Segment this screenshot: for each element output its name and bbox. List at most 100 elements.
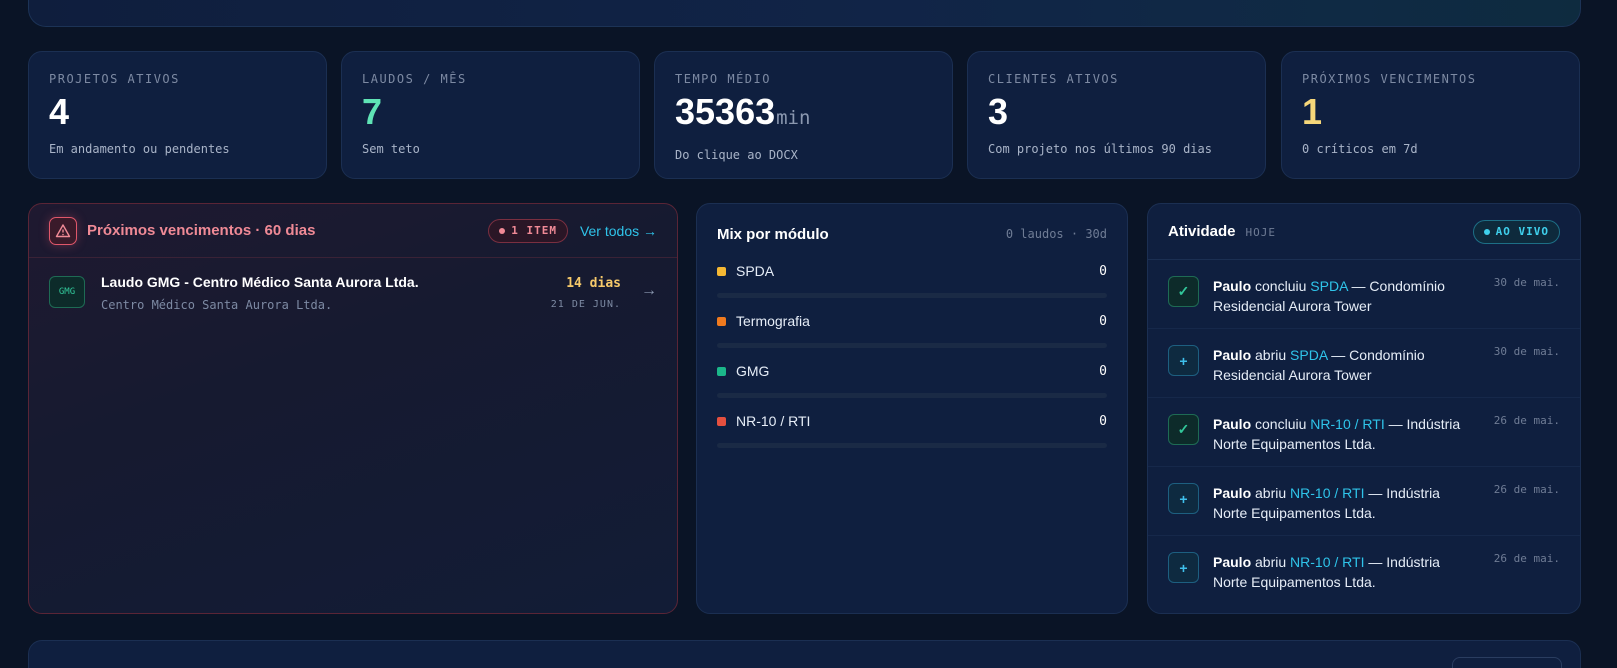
mix-row-name: SPDA xyxy=(736,263,775,279)
activity-date: 30 de mai. xyxy=(1493,276,1560,289)
activity-date: 26 de mai. xyxy=(1493,414,1560,427)
arrow-right-icon[interactable]: → xyxy=(641,282,657,300)
mix-row-name: Termografia xyxy=(736,313,810,329)
mix-panel-meta: 0 laudos · 30d xyxy=(1005,227,1107,241)
mix-row-name: NR-10 / RTI xyxy=(736,413,811,429)
due-item-days: 14 dias xyxy=(566,276,621,291)
live-label: AO VIVO xyxy=(1495,225,1549,238)
plus-icon: + xyxy=(1168,345,1199,376)
activity-user: Paulo xyxy=(1213,416,1252,432)
activity-module-link[interactable]: NR-10 / RTI xyxy=(1290,554,1364,570)
bottom-panel xyxy=(28,640,1581,668)
kpi-label: LAUDOS / MÊS xyxy=(362,72,467,86)
badge-dot-icon xyxy=(499,227,506,234)
activity-user: Paulo xyxy=(1213,485,1252,501)
mix-row-spda: SPDA 0 xyxy=(697,260,1127,310)
check-icon: ✓ xyxy=(1168,276,1199,307)
kpi-subtitle: Sem teto xyxy=(362,142,420,156)
activity-module-link[interactable]: NR-10 / RTI xyxy=(1310,416,1384,432)
kpi-value: 35363min xyxy=(675,92,932,138)
mix-row-bar xyxy=(717,343,1107,348)
see-all-link[interactable]: Ver todos → xyxy=(580,223,657,239)
kpi-number: 3 xyxy=(988,91,1009,132)
activity-text: Paulo abriu NR-10 / RTI — Indústria Nort… xyxy=(1213,552,1473,605)
due-panel-title: Próximos vencimentos · 60 dias xyxy=(87,222,316,239)
kpi-value: 1 xyxy=(1302,92,1559,132)
activity-panel-header: Atividade HOJE AO VIVO xyxy=(1148,204,1580,260)
activity-title: Atividade xyxy=(1168,222,1236,240)
activity-user: Paulo xyxy=(1213,347,1252,363)
mix-row-gmg: GMG 0 xyxy=(697,360,1127,410)
activity-user: Paulo xyxy=(1213,278,1252,294)
bottom-panel-button[interactable] xyxy=(1452,657,1562,668)
due-item-date: 21 DE JUN. xyxy=(550,299,621,310)
kpi-subtitle: Com projeto nos últimos 90 dias xyxy=(988,142,1212,156)
kpi-number: 4 xyxy=(49,91,70,132)
due-panel: Próximos vencimentos · 60 dias 1 ITEM Ve… xyxy=(28,203,678,614)
kpi-card-clientes: CLIENTES ATIVOS 3 Com projeto nos último… xyxy=(967,51,1266,179)
activity-module-link[interactable]: SPDA xyxy=(1290,347,1327,363)
activity-date: 26 de mai. xyxy=(1493,483,1560,496)
activity-user: Paulo xyxy=(1213,554,1252,570)
kpi-card-projetos: PROJETOS ATIVOS 4 Em andamento ou penden… xyxy=(28,51,327,179)
kpi-label: CLIENTES ATIVOS xyxy=(988,72,1119,86)
activity-item[interactable]: ✓ Paulo concluiu NR-10 / RTI — Indústria… xyxy=(1148,398,1580,467)
activity-module-link[interactable]: SPDA xyxy=(1310,278,1347,294)
check-icon: ✓ xyxy=(1168,414,1199,445)
activity-item[interactable]: + Paulo abriu SPDA — Condomínio Residenc… xyxy=(1148,329,1580,398)
kpi-card-laudos: LAUDOS / MÊS 7 Sem teto xyxy=(341,51,640,179)
hero-banner xyxy=(28,0,1581,27)
module-tag: GMG xyxy=(49,276,85,308)
activity-subtitle: HOJE xyxy=(1245,225,1277,239)
plus-icon: + xyxy=(1168,552,1199,583)
kpi-unit: min xyxy=(776,107,811,129)
mix-row-bar xyxy=(717,443,1107,448)
spda-swatch xyxy=(717,266,726,276)
due-count-label: 1 ITEM xyxy=(511,224,557,237)
live-badge: AO VIVO xyxy=(1472,219,1560,244)
gmg-swatch xyxy=(717,366,726,376)
live-dot-icon xyxy=(1483,228,1490,235)
mix-row-value: 0 xyxy=(1099,363,1107,379)
activity-date: 30 de mai. xyxy=(1493,345,1560,358)
activity-item[interactable]: + Paulo abriu NR-10 / RTI — Indústria No… xyxy=(1148,536,1580,605)
activity-verb: concluiu xyxy=(1251,278,1311,294)
activity-verb: concluiu xyxy=(1251,416,1311,432)
kpi-number: 7 xyxy=(362,91,383,132)
activity-text: Paulo concluiu SPDA — Condomínio Residen… xyxy=(1213,276,1473,328)
activity-panel: Atividade HOJE AO VIVO ✓ Paulo concluiu S… xyxy=(1147,203,1581,614)
kpi-number: 35363 xyxy=(675,91,776,132)
mix-panel: Mix por módulo 0 laudos · 30d SPDA 0 Term… xyxy=(696,203,1128,614)
mix-row-bar xyxy=(717,393,1107,398)
nr10-swatch xyxy=(717,416,726,426)
activity-verb: abriu xyxy=(1251,554,1291,570)
kpi-label: PROJETOS ATIVOS xyxy=(49,72,180,86)
plus-icon: + xyxy=(1168,483,1199,514)
kpi-subtitle: 0 críticos em 7d xyxy=(1302,142,1418,156)
mix-row-value: 0 xyxy=(1099,263,1107,279)
kpi-card-tempo: TEMPO MÉDIO 35363min Do clique ao DOCX xyxy=(654,51,953,179)
activity-verb: abriu xyxy=(1251,347,1291,363)
kpi-value: 4 xyxy=(49,92,306,132)
kpi-label: TEMPO MÉDIO xyxy=(675,72,771,86)
kpi-subtitle: Do clique ao DOCX xyxy=(675,148,798,162)
kpi-value: 7 xyxy=(362,92,619,132)
activity-item[interactable]: + Paulo abriu NR-10 / RTI — Indústria No… xyxy=(1148,467,1580,536)
warning-icon xyxy=(49,216,77,245)
activity-text: Paulo abriu NR-10 / RTI — Indústria Nort… xyxy=(1213,483,1473,535)
activity-item[interactable]: ✓ Paulo concluiu SPDA — Condomínio Resid… xyxy=(1148,260,1580,329)
due-item[interactable]: GMG Laudo GMG - Centro Médico Santa Auro… xyxy=(29,258,677,323)
kpi-card-vencimentos: PRÓXIMOS VENCIMENTOS 1 0 críticos em 7d xyxy=(1281,51,1580,179)
activity-module-link[interactable]: NR-10 / RTI xyxy=(1290,485,1364,501)
mix-row-bar xyxy=(717,293,1107,298)
activity-verb: abriu xyxy=(1251,485,1291,501)
mix-panel-title: Mix por módulo xyxy=(717,225,829,243)
mix-row-name: GMG xyxy=(736,363,770,379)
mix-row-nr10: NR-10 / RTI 0 xyxy=(697,410,1127,460)
due-panel-header: Próximos vencimentos · 60 dias 1 ITEM Ve… xyxy=(29,204,677,258)
activity-text: Paulo abriu SPDA — Condomínio Residencia… xyxy=(1213,345,1473,397)
mix-row-value: 0 xyxy=(1099,413,1107,429)
due-count-badge: 1 ITEM xyxy=(488,218,568,243)
termografia-swatch xyxy=(717,316,726,326)
kpi-subtitle: Em andamento ou pendentes xyxy=(49,142,230,156)
